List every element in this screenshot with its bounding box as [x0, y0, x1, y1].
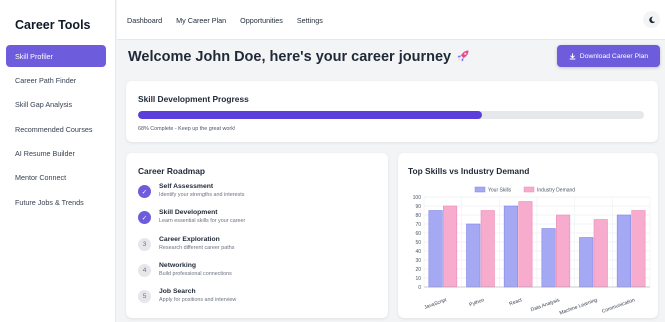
- step-title: Career Exploration: [159, 235, 220, 243]
- y-tick-label: 100: [413, 195, 422, 201]
- progress-bar-fill: [138, 111, 483, 119]
- bar: [518, 201, 533, 288]
- bar: [616, 214, 631, 288]
- step-title: Self Assessment: [159, 183, 214, 190]
- bar: [631, 210, 646, 288]
- sidebar-item-mentor-connect[interactable]: Mentor Connect: [6, 167, 106, 189]
- y-tick-label: 10: [415, 276, 421, 282]
- sidebar-item-future-jobs[interactable]: Future Jobs & Trends: [6, 191, 106, 213]
- nav-dashboard[interactable]: Dashboard: [127, 16, 162, 25]
- career-roadmap-card: Career Roadmap ✓ Self Assessment Identif…: [126, 153, 388, 318]
- x-tick-label: Data Analysis: [530, 297, 561, 313]
- bar: [466, 223, 481, 288]
- sidebar-item-skill-gap-analysis[interactable]: Skill Gap Analysis: [6, 94, 106, 116]
- sidebar-item-skill-profiler[interactable]: Skill Profiler: [6, 45, 106, 67]
- step-description: Research different career paths: [159, 244, 235, 251]
- download-icon: [569, 52, 576, 59]
- download-career-plan-button[interactable]: Download Career Plan: [557, 45, 660, 67]
- bar: [480, 210, 495, 288]
- nav-settings[interactable]: Settings: [297, 16, 323, 25]
- step-title: Skill Development: [159, 209, 218, 217]
- legend-swatch: [523, 186, 535, 193]
- skills-chart-card: Top Skills vs Industry Demand Your Skill…: [398, 153, 658, 318]
- step-check-icon: ✓: [138, 211, 151, 225]
- x-tick-label: React: [509, 297, 524, 307]
- progress-note: 68% Complete - Keep up the great work!: [138, 126, 236, 132]
- bar: [443, 205, 458, 288]
- welcome-heading: Welcome John Doe, here's your career jou…: [128, 49, 452, 65]
- bar: [593, 219, 608, 288]
- rocket-icon: [456, 49, 470, 67]
- y-tick-label: 40: [415, 249, 421, 255]
- y-tick-label: 50: [415, 240, 421, 246]
- progress-bar: [138, 111, 644, 119]
- sidebar-nav: Skill Profiler Career Path Finder Skill …: [6, 45, 106, 216]
- step-title: Networking: [159, 261, 197, 269]
- y-tick-label: 80: [415, 213, 421, 219]
- y-tick-label: 0: [418, 285, 421, 291]
- bar: [428, 210, 443, 288]
- progress-title: Skill Development Progress: [138, 94, 249, 104]
- x-tick-label: Communication: [601, 297, 636, 315]
- step-number-badge: 5: [138, 290, 151, 304]
- progress-card: Skill Development Progress 68% Complete …: [126, 81, 658, 142]
- download-label: Download Career Plan: [579, 52, 649, 60]
- x-tick-label: Python: [468, 297, 485, 308]
- skills-bar-chart: Your Skills Industry Demand 0 10 20 30 40 50 60 7…: [413, 186, 651, 316]
- y-tick-label: 20: [415, 267, 421, 273]
- x-tick-label: JavaScript: [424, 297, 449, 311]
- sidebar-item-recommended-courses[interactable]: Recommended Courses: [6, 118, 106, 140]
- legend-swatch: [474, 186, 486, 193]
- nav-opportunities[interactable]: Opportunities: [240, 16, 283, 25]
- bar: [503, 205, 518, 288]
- x-tick-label: Machine Learning: [559, 297, 599, 316]
- y-tick-label: 90: [415, 204, 421, 210]
- step-description: Apply for positions and interview: [159, 297, 237, 304]
- bar: [556, 214, 571, 288]
- theme-toggle-button[interactable]: [643, 11, 660, 28]
- y-tick-label: 60: [415, 231, 421, 237]
- top-nav-bar: Dashboard My Career Plan Opportunities S…: [117, 0, 665, 40]
- y-tick-label: 70: [415, 222, 421, 228]
- step-number-badge: 4: [138, 263, 151, 277]
- legend-label: Industry Demand: [537, 188, 575, 194]
- step-description: Learn essential skills for your career: [159, 218, 246, 225]
- bar: [579, 237, 594, 288]
- top-nav: Dashboard My Career Plan Opportunities S…: [127, 16, 323, 25]
- sidebar: Career Tools Skill Profiler Career Path …: [0, 0, 116, 322]
- step-description: Identify your strengths and interests: [159, 192, 245, 198]
- sidebar-item-ai-resume-builder[interactable]: AI Resume Builder: [6, 143, 106, 165]
- nav-my-career-plan[interactable]: My Career Plan: [176, 16, 226, 25]
- step-number-badge: 3: [138, 237, 151, 251]
- app-title: Career Tools: [15, 18, 91, 32]
- legend-label: Your Skills: [488, 188, 512, 194]
- moon-icon: [648, 16, 655, 23]
- sidebar-item-career-path-finder[interactable]: Career Path Finder: [6, 69, 106, 91]
- page-title: Welcome John Doe, here's your career jou…: [128, 49, 470, 67]
- roadmap-title: Career Roadmap: [138, 166, 206, 176]
- bar: [541, 228, 556, 288]
- step-description: Build professional connections: [159, 270, 232, 277]
- y-tick-label: 30: [415, 258, 421, 264]
- step-title: Job Search: [159, 288, 196, 296]
- step-check-icon: ✓: [138, 185, 151, 198]
